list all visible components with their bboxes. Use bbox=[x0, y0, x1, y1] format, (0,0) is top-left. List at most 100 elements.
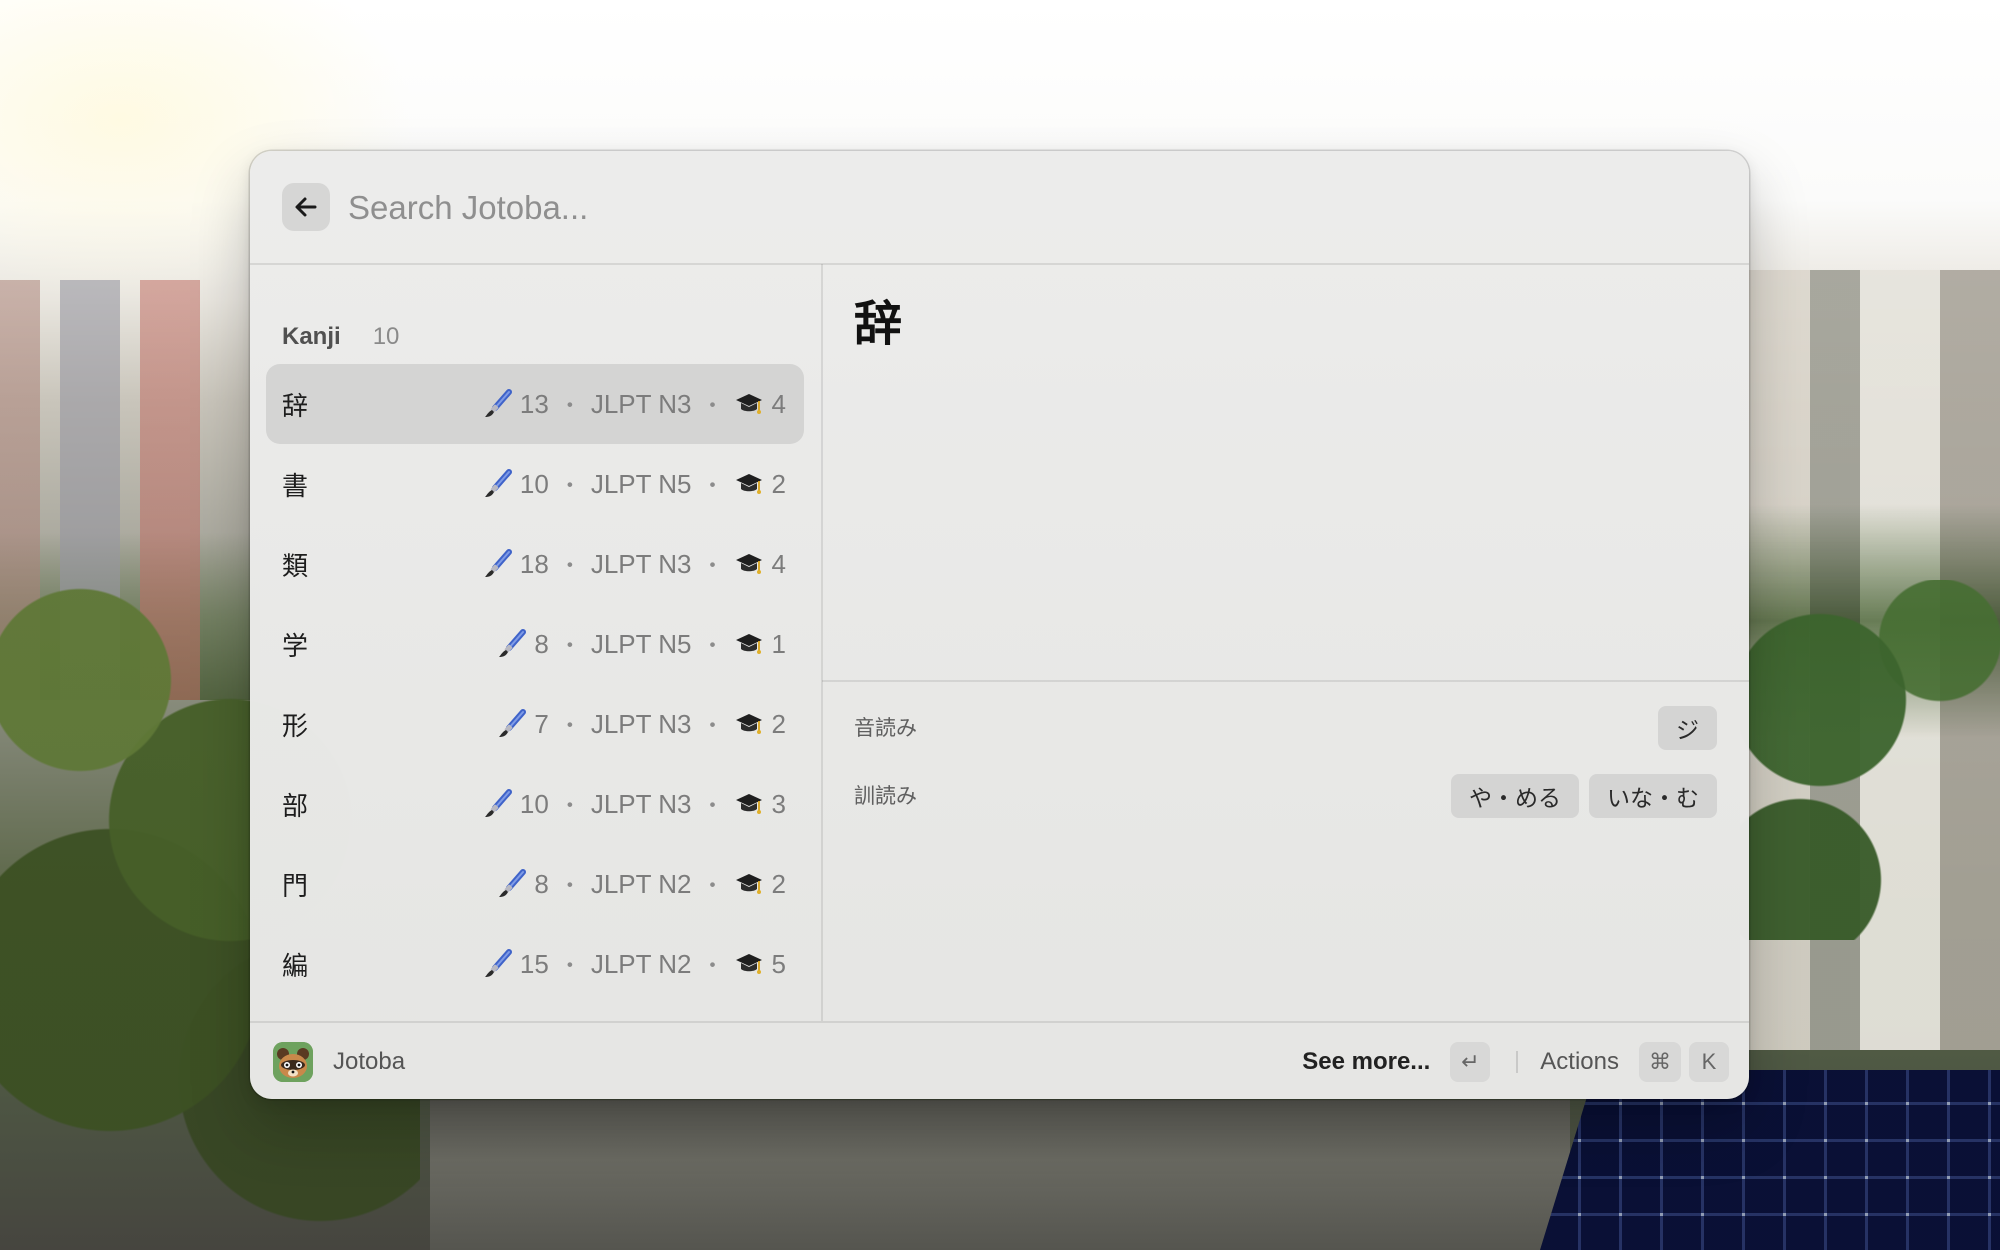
meta-separator: ・ bbox=[558, 473, 581, 498]
footer-actions: See more... ↵ Actions ⌘ K bbox=[1302, 1040, 1729, 1084]
meta-separator: ・ bbox=[701, 713, 724, 738]
meta-separator: ・ bbox=[701, 473, 724, 498]
section-count: 10 bbox=[372, 323, 400, 350]
meta-separator: ・ bbox=[558, 873, 581, 898]
paintbrush-icon bbox=[484, 469, 512, 497]
kanji-meta: 8 ・ JLPT N5 ・ 1 bbox=[496, 628, 786, 660]
stroke-count: 10 bbox=[519, 788, 549, 819]
wallpaper-rooftop bbox=[430, 1100, 1570, 1250]
kanji-list-item[interactable]: 書 10 ・ JLPT N5 ・ 2 bbox=[266, 444, 804, 524]
kanji-meta: 8 ・ JLPT N2 ・ 2 bbox=[496, 868, 786, 900]
meta-separator: ・ bbox=[558, 953, 581, 978]
school-grade: 1 bbox=[771, 628, 786, 659]
graduation-cap-icon bbox=[735, 474, 762, 494]
footer-bar: Jotoba See more... ↵ Actions ⌘ K bbox=[250, 1021, 1749, 1099]
kanji-list-item[interactable]: 形 7 ・ JLPT N3 ・ 2 bbox=[266, 684, 804, 764]
kanji-character: 編 bbox=[282, 951, 309, 982]
onyomi-row: 音読み ジ bbox=[854, 706, 1717, 750]
jlpt-level: JLPT N2 bbox=[590, 868, 692, 899]
raccoon-icon bbox=[273, 1042, 313, 1082]
graduation-cap-icon bbox=[735, 634, 762, 654]
detail-divider bbox=[822, 680, 1749, 682]
school-grade: 4 bbox=[771, 388, 786, 419]
graduation-cap-icon bbox=[735, 554, 762, 574]
paintbrush-icon bbox=[484, 389, 512, 417]
meta-separator: ・ bbox=[558, 633, 581, 658]
footer-separator bbox=[1516, 1051, 1519, 1073]
kunyomi-tag[interactable]: いな・む bbox=[1589, 774, 1717, 818]
kanji-list-item[interactable]: 部 10 ・ JLPT N3 ・ 3 bbox=[266, 764, 804, 844]
onyomi-label: 音読み bbox=[854, 716, 917, 740]
k-key-hint: K bbox=[1689, 1042, 1729, 1082]
jotoba-app-icon bbox=[273, 1042, 313, 1082]
school-grade: 5 bbox=[771, 948, 786, 979]
stroke-count: 8 bbox=[534, 868, 549, 899]
paintbrush-icon bbox=[499, 629, 527, 657]
app-name: Jotoba bbox=[333, 1048, 406, 1075]
kanji-meta: 7 ・ JLPT N3 ・ 2 bbox=[496, 708, 786, 740]
meta-separator: ・ bbox=[558, 393, 581, 418]
jlpt-level: JLPT N5 bbox=[590, 628, 692, 659]
kanji-meta: 13 ・ JLPT N3 ・ 4 bbox=[482, 388, 786, 420]
stroke-count: 13 bbox=[519, 388, 549, 419]
graduation-cap-icon bbox=[735, 874, 762, 894]
kanji-meta: 10 ・ JLPT N5 ・ 2 bbox=[482, 468, 786, 500]
kunyomi-tags: や・める いな・む bbox=[1451, 774, 1717, 818]
kanji-list-item[interactable]: 学 8 ・ JLPT N5 ・ 1 bbox=[266, 604, 804, 684]
school-grade: 2 bbox=[771, 868, 786, 899]
kunyomi-tag[interactable]: や・める bbox=[1451, 774, 1579, 818]
wallpaper-city-right bbox=[1740, 270, 2000, 1050]
command-key-hint: ⌘ bbox=[1639, 1042, 1681, 1082]
kanji-meta: 10 ・ JLPT N3 ・ 3 bbox=[482, 788, 786, 820]
results-list-pane: Kanji 10 辞 13 ・ JLPT N3 ・ 4 書 10 ・ JLPT N5 ・ 2 類 18 ・ J… bbox=[250, 264, 823, 1021]
section-header: Kanji 10 bbox=[282, 322, 399, 352]
onyomi-tag[interactable]: ジ bbox=[1658, 706, 1717, 750]
paintbrush-icon bbox=[484, 549, 512, 577]
paintbrush-icon bbox=[484, 949, 512, 977]
grade-wrap bbox=[734, 869, 772, 899]
jlpt-level: JLPT N3 bbox=[590, 788, 692, 819]
kanji-list-item[interactable]: 門 8 ・ JLPT N2 ・ 2 bbox=[266, 844, 804, 924]
wallpaper-trees-right bbox=[1740, 580, 2000, 940]
school-grade: 2 bbox=[771, 468, 786, 499]
jlpt-level: JLPT N3 bbox=[590, 548, 692, 579]
kanji-character: 門 bbox=[282, 871, 309, 902]
actions-button[interactable]: Actions bbox=[1540, 1048, 1619, 1076]
meta-separator: ・ bbox=[701, 953, 724, 978]
detail-kanji: 辞 bbox=[854, 296, 903, 352]
arrow-left-icon bbox=[295, 197, 317, 217]
kanji-meta: 15 ・ JLPT N2 ・ 5 bbox=[482, 948, 786, 980]
kunyomi-label: 訓読み bbox=[854, 784, 917, 808]
kanji-list-item[interactable]: 編 15 ・ JLPT N2 ・ 5 bbox=[266, 924, 804, 1004]
grade-wrap bbox=[734, 629, 772, 659]
grade-wrap bbox=[734, 709, 772, 739]
stroke-count: 15 bbox=[519, 948, 549, 979]
see-more-button[interactable]: See more... bbox=[1302, 1048, 1430, 1076]
grade-wrap bbox=[734, 389, 772, 419]
kanji-list-item[interactable]: 類 18 ・ JLPT N3 ・ 4 bbox=[266, 524, 804, 604]
detail-pane: 辞 音読み ジ 訓読み や・める いな・む bbox=[822, 264, 1749, 1021]
kunyomi-row: 訓読み や・める いな・む bbox=[854, 774, 1717, 818]
stroke-count: 7 bbox=[534, 708, 549, 739]
stroke-count: 18 bbox=[519, 548, 549, 579]
paintbrush-icon bbox=[484, 789, 512, 817]
kanji-character: 類 bbox=[282, 551, 309, 582]
graduation-cap-icon bbox=[735, 954, 762, 974]
meta-separator: ・ bbox=[558, 713, 581, 738]
kanji-character: 部 bbox=[282, 791, 309, 822]
enter-key-hint: ↵ bbox=[1450, 1042, 1491, 1082]
launcher-window: Kanji 10 辞13・JLPT N3・4書10・JLPT N5・2類18・J… bbox=[250, 151, 1749, 1099]
back-button[interactable] bbox=[282, 183, 330, 231]
kanji-list-item[interactable]: 辞 13 ・ JLPT N3 ・ 4 bbox=[266, 364, 804, 444]
meta-separator: ・ bbox=[701, 873, 724, 898]
kanji-character: 学 bbox=[282, 631, 309, 662]
graduation-cap-icon bbox=[735, 794, 762, 814]
search-input[interactable] bbox=[346, 181, 1650, 235]
kanji-character: 辞 bbox=[282, 391, 309, 422]
grade-wrap bbox=[734, 789, 772, 819]
graduation-cap-icon bbox=[735, 714, 762, 734]
grade-wrap bbox=[734, 469, 772, 499]
meta-separator: ・ bbox=[701, 393, 724, 418]
paintbrush-icon bbox=[499, 869, 527, 897]
jlpt-level: JLPT N3 bbox=[590, 388, 692, 419]
